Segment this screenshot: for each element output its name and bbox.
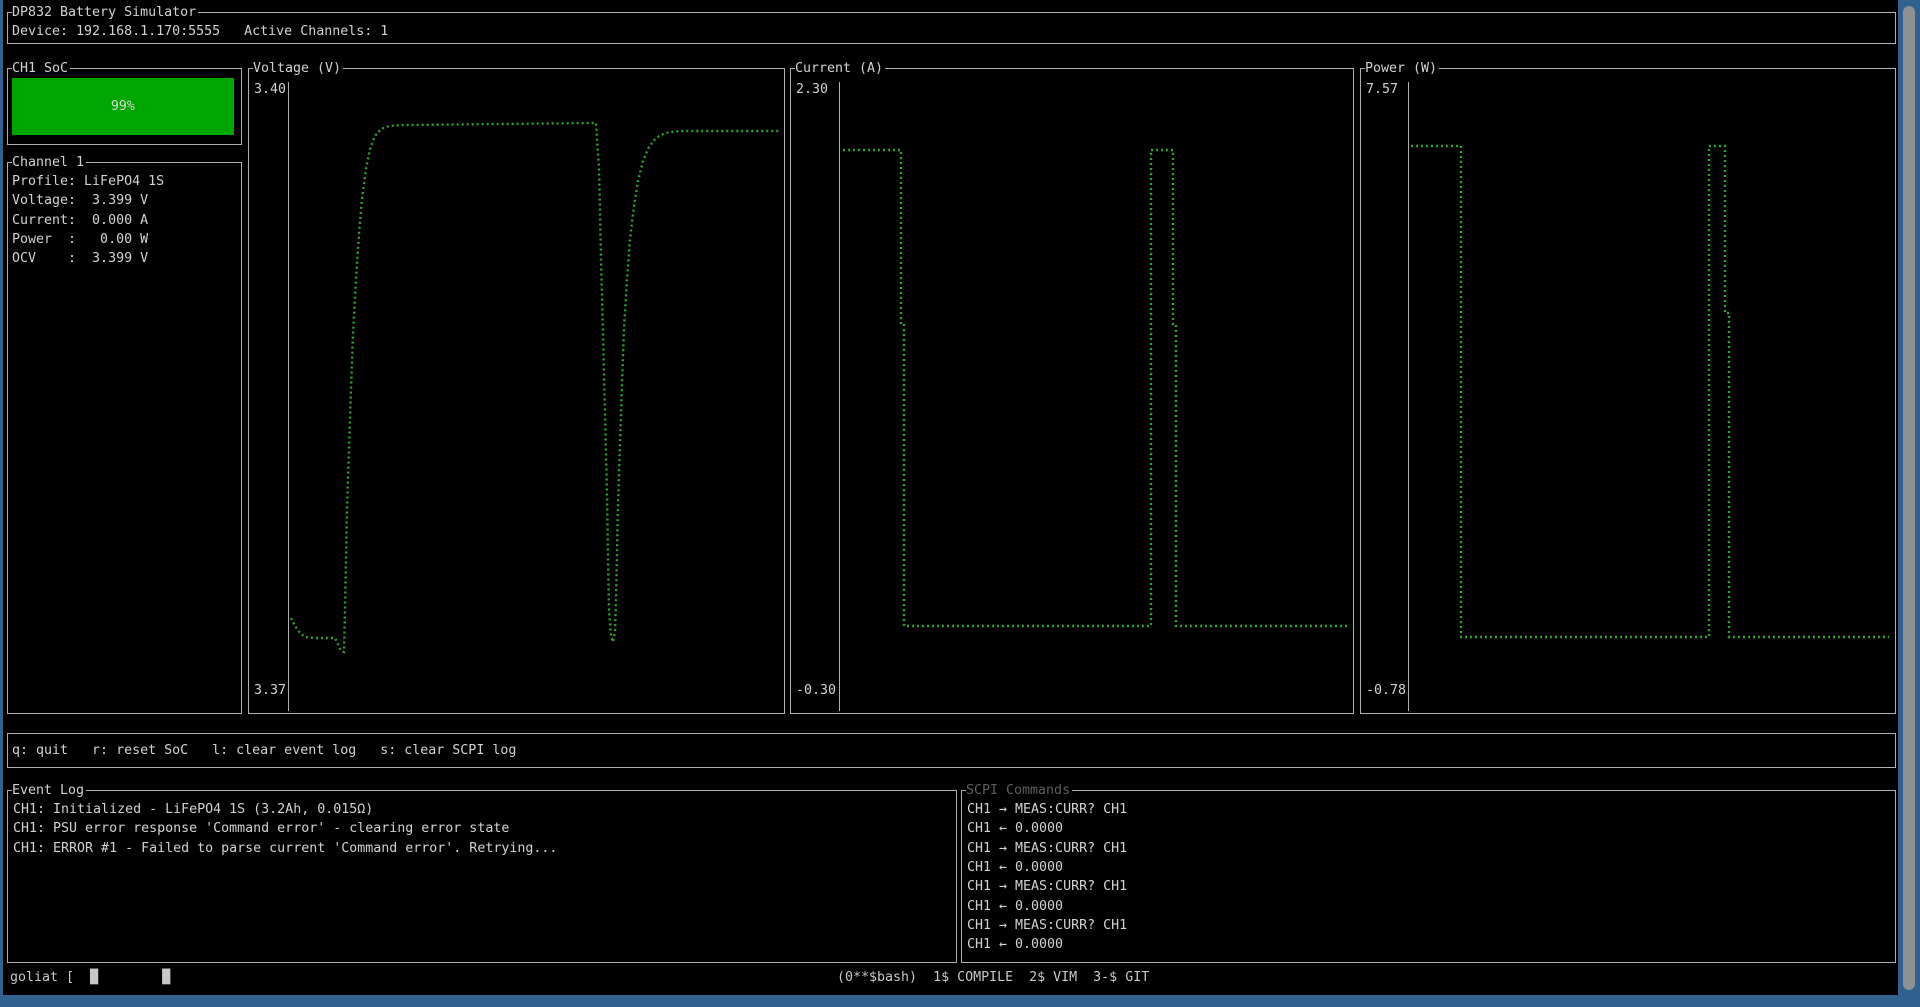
voltage-series <box>249 69 784 713</box>
event-log-title: Event Log <box>12 781 86 800</box>
header-panel-title: DP832 Battery Simulator <box>12 3 198 22</box>
channel-readings: Profile: LiFePO4 1S Voltage: 3.399 V Cur… <box>12 172 164 269</box>
window-frame-bottom <box>3 995 1898 1007</box>
header-panel: DP832 Battery Simulator Device: 192.168.… <box>7 12 1896 44</box>
scpi-panel: SCPI Commands CH1 → MEAS:CURR? CH1 CH1 ←… <box>961 790 1896 963</box>
device-status-line: Device: 192.168.1.170:5555 Active Channe… <box>12 22 388 41</box>
soc-percent-label: 99% <box>111 97 135 116</box>
scpi-panel-title: SCPI Commands <box>966 781 1072 800</box>
window-frame-left <box>0 0 3 1007</box>
current-series <box>791 69 1353 713</box>
soc-gauge-track: 99% <box>12 78 236 135</box>
event-log-panel: Event Log CH1: Initialized - LiFePO4 1S … <box>7 790 957 963</box>
scrollbar-thumb[interactable] <box>1903 6 1915 990</box>
power-chart-panel: Power (W) 7.57 -0.78 <box>1360 68 1896 714</box>
channel-panel-title: Channel 1 <box>12 153 86 172</box>
terminal-window: DP832 Battery Simulator Device: 192.168.… <box>0 0 1920 1007</box>
scpi-log-lines: CH1 → MEAS:CURR? CH1 CH1 ← 0.0000 CH1 → … <box>967 800 1127 955</box>
keybar-panel: q: quit r: reset SoC l: clear event log … <box>7 733 1896 768</box>
soc-panel-title: CH1 SoC <box>12 59 70 78</box>
soc-panel: CH1 SoC 99% <box>7 68 242 145</box>
statusbar-session: goliat [ █ █ <box>10 968 170 987</box>
soc-gauge-fill: 99% <box>12 78 234 135</box>
power-series <box>1361 69 1895 713</box>
keybar-hints: q: quit r: reset SoC l: clear event log … <box>12 741 516 760</box>
voltage-chart-panel: Voltage (V) 3.40 3.37 <box>248 68 785 714</box>
current-chart-panel: Current (A) 2.30 -0.30 <box>790 68 1354 714</box>
event-log-lines: CH1: Initialized - LiFePO4 1S (3.2Ah, 0.… <box>13 800 557 858</box>
channel-panel: Channel 1 Profile: LiFePO4 1S Voltage: 3… <box>7 162 242 714</box>
statusbar-windows: (0**$bash) 1$ COMPILE 2$ VIM 3-$ GIT <box>837 968 1149 987</box>
